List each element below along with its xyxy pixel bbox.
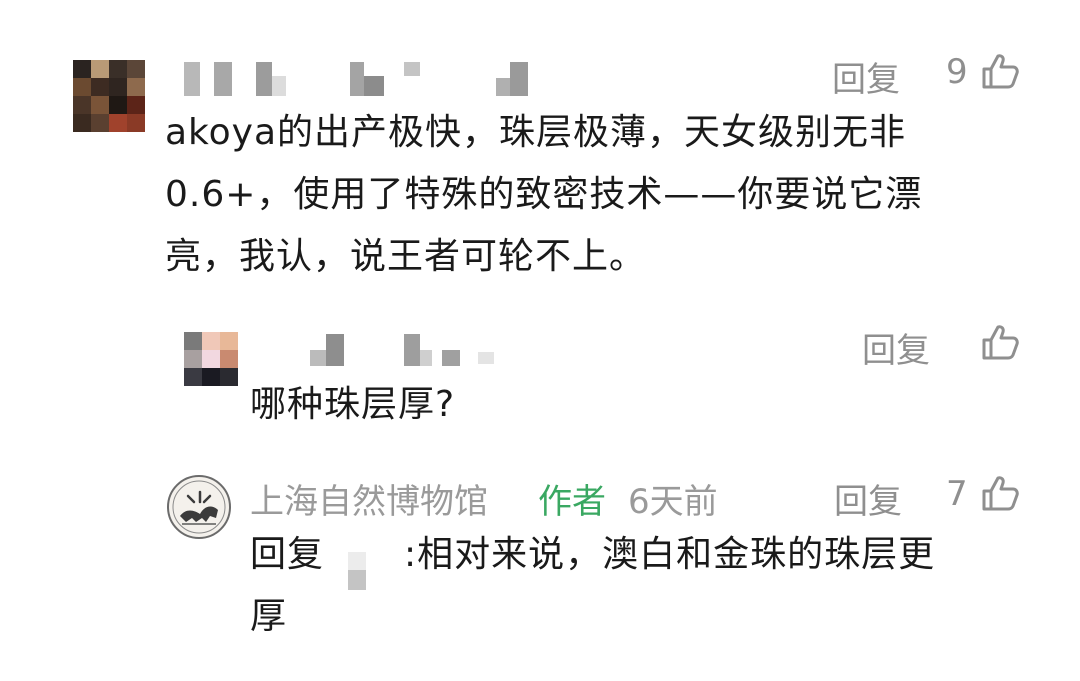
comment-1: 回复 9 akoya的出产极快，珠层极薄，天女级别无非 0.6+，使用了特殊的致… [0, 0, 1080, 300]
reply-button[interactable]: 回复 [862, 323, 930, 372]
reply-comment-2: 上海自然博物馆 作者 6天前 回复 7 回复 :相对来说，澳白和金珠的珠层更 厚 [0, 450, 1080, 681]
comment-text-line: 哪种珠层厚? [250, 384, 456, 425]
like-count: 9 [946, 52, 968, 92]
username[interactable]: 上海自然博物馆 [250, 474, 488, 523]
avatar[interactable] [184, 332, 238, 386]
thumbs-up-icon[interactable] [980, 52, 1020, 92]
like-count: 7 [946, 474, 968, 514]
museum-logo-icon[interactable] [166, 474, 232, 540]
comment-text-line: akoya的出产极快，珠层极薄，天女级别无非 [165, 112, 907, 153]
author-badge: 作者 [538, 482, 606, 522]
comment-text-line: 亮，我认，说王者可轮不上。 [165, 236, 647, 277]
reply-button[interactable]: 回复 [832, 52, 900, 101]
comment-text-line: 厚 [250, 596, 288, 637]
reply-button[interactable]: 回复 [834, 474, 902, 523]
timestamp: 6天前 [628, 482, 718, 522]
thumbs-up-icon[interactable] [980, 474, 1020, 514]
reply-prefix: 回复 [250, 534, 325, 575]
thumbs-up-icon[interactable] [980, 323, 1020, 363]
reply-comment-1: 回复 哪种珠层厚? [0, 300, 1080, 450]
comment-text-line: 0.6+，使用了特殊的致密技术——你要说它漂 [165, 174, 923, 215]
comment-text-line: :相对来说，澳白和金珠的珠层更 [404, 534, 936, 575]
avatar[interactable] [73, 60, 145, 132]
